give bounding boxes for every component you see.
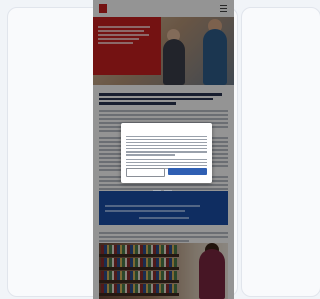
cookie-consent-dialog (121, 123, 212, 191)
side-card (241, 7, 320, 297)
decline-button[interactable] (126, 168, 165, 177)
consent-text (126, 134, 207, 171)
accept-button[interactable] (168, 168, 207, 175)
consent-links[interactable] (153, 178, 183, 191)
